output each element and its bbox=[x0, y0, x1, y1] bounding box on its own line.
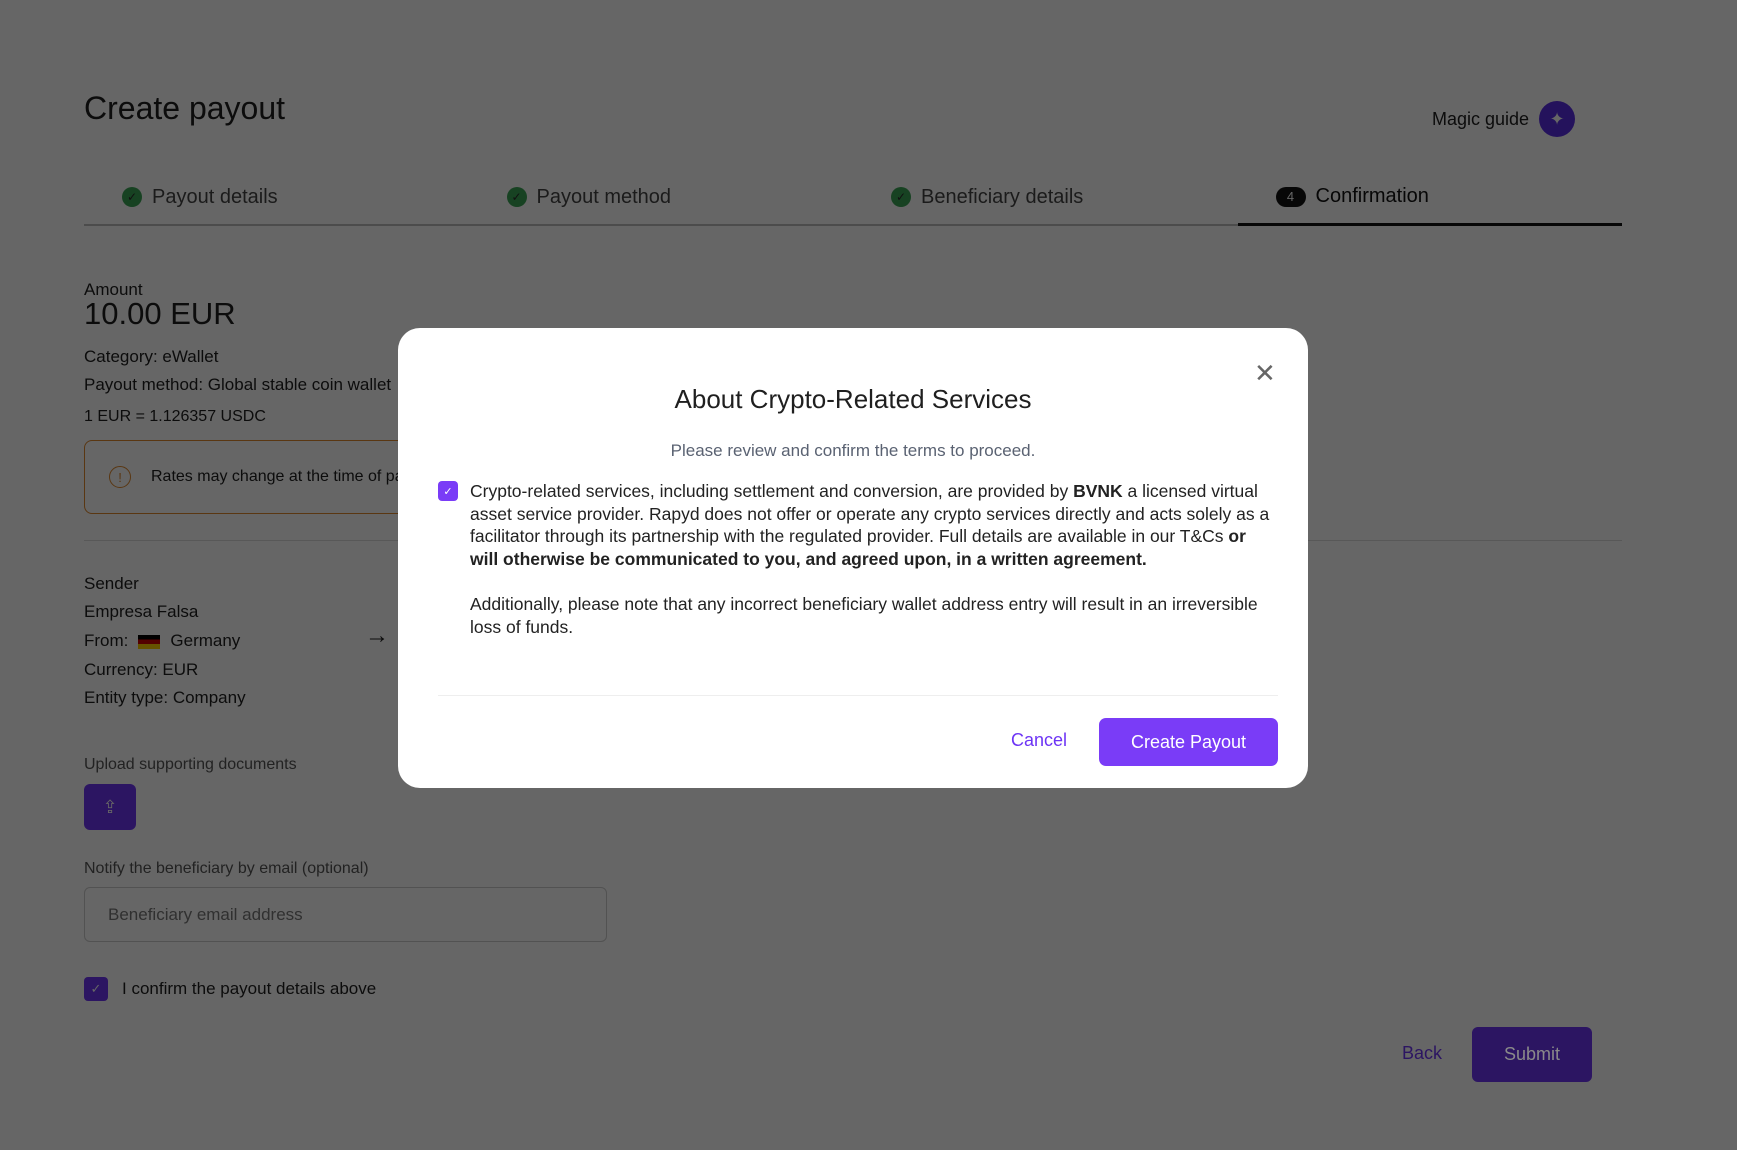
sender-name: Empresa Falsa bbox=[84, 602, 199, 621]
stepper: ✓ Payout details ✓ Payout method ✓ Benefici… bbox=[84, 170, 1622, 226]
back-button[interactable]: Back bbox=[1402, 1043, 1442, 1064]
amount-value: 10.00 EUR bbox=[84, 296, 236, 331]
info-icon: ! bbox=[109, 466, 131, 488]
upload-button[interactable]: ⇪ bbox=[84, 784, 136, 830]
warning-paragraph: Additionally, please note that any incor… bbox=[470, 593, 1258, 637]
step-payout-method[interactable]: ✓ Payout method bbox=[469, 170, 854, 224]
terms-text-part: Crypto-related services, including settl… bbox=[470, 481, 1074, 501]
beneficiary-email-input[interactable] bbox=[84, 887, 607, 942]
check-icon: ✓ bbox=[891, 187, 911, 207]
modal-divider bbox=[438, 695, 1278, 696]
step-payout-details[interactable]: ✓ Payout details bbox=[84, 170, 469, 224]
terms-text: Crypto-related services, including settl… bbox=[470, 480, 1270, 638]
magic-guide-button[interactable]: Magic guide ✦ bbox=[1432, 101, 1576, 137]
exchange-rate: 1 EUR = 1.126357 USDC bbox=[84, 408, 266, 425]
germany-flag-icon bbox=[138, 634, 161, 649]
sparkles-icon: ✦ bbox=[1539, 101, 1576, 137]
upload-label: Upload supporting documents bbox=[84, 756, 297, 773]
sender-currency: Currency: EUR bbox=[84, 660, 199, 679]
notify-label: Notify the beneficiary by email (optiona… bbox=[84, 860, 369, 877]
step-label: Payout details bbox=[152, 185, 278, 208]
step-number: 4 bbox=[1275, 186, 1306, 207]
close-icon[interactable]: ✕ bbox=[1254, 360, 1276, 386]
step-label: Beneficiary details bbox=[921, 185, 1084, 208]
terms-checkbox[interactable]: ✓ bbox=[438, 481, 458, 501]
from-label: From: bbox=[84, 631, 129, 650]
modal-subtitle: Please review and confirm the terms to p… bbox=[670, 441, 1036, 460]
page-title: Create payout bbox=[84, 90, 286, 126]
provider-name: BVNK bbox=[1073, 481, 1123, 501]
category: Category: eWallet bbox=[84, 347, 219, 366]
check-icon: ✓ bbox=[506, 187, 527, 207]
submit-button[interactable]: Submit bbox=[1472, 1027, 1592, 1082]
confirm-row: ✓ I confirm the payout details above bbox=[84, 977, 376, 1001]
check-icon: ✓ bbox=[122, 187, 142, 207]
step-confirmation[interactable]: 4 Confirmation bbox=[1237, 170, 1622, 226]
sender-heading: Sender bbox=[84, 574, 139, 593]
cancel-button[interactable]: Cancel bbox=[1011, 730, 1067, 751]
modal-title: About Crypto-Related Services bbox=[674, 384, 1032, 414]
step-beneficiary-details[interactable]: ✓ Beneficiary details bbox=[853, 170, 1238, 224]
crypto-terms-modal: ✕ About Crypto-Related Services Please r… bbox=[398, 328, 1308, 788]
country: Germany bbox=[170, 631, 241, 650]
warning-text: Rates may change at the time of payout bbox=[151, 468, 434, 485]
create-payout-button[interactable]: Create Payout bbox=[1099, 718, 1278, 766]
step-label: Payout method bbox=[536, 185, 672, 208]
upload-icon: ⇪ bbox=[102, 796, 118, 817]
sender-entity: Entity type: Company bbox=[84, 688, 246, 707]
sender-from: From: Germany bbox=[84, 631, 240, 651]
confirm-checkbox[interactable]: ✓ bbox=[84, 977, 108, 1001]
payout-method: Payout method: Global stable coin wallet bbox=[84, 375, 392, 394]
confirm-label: I confirm the payout details above bbox=[122, 979, 377, 998]
magic-guide-label: Magic guide bbox=[1432, 108, 1530, 129]
step-label: Confirmation bbox=[1315, 185, 1429, 207]
arrow-right-icon: → bbox=[365, 622, 389, 649]
